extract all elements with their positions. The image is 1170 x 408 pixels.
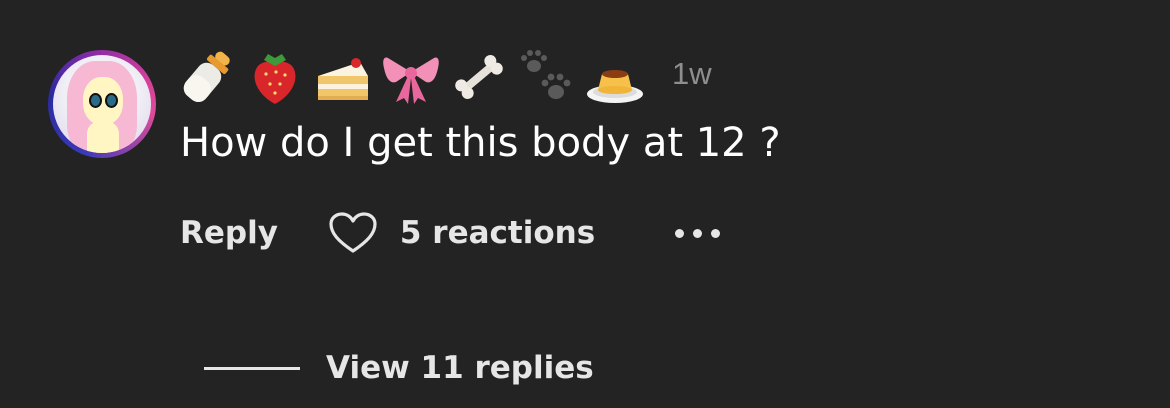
comment: 1w How do I get this body at 12 ? Reply … <box>0 0 1170 408</box>
reactions-count[interactable]: 5 reactions <box>400 215 595 251</box>
ribbon-icon <box>382 46 440 108</box>
cake-icon <box>314 46 372 108</box>
more-options-button[interactable] <box>675 218 721 248</box>
pony-eye-left <box>89 93 102 108</box>
bone-icon <box>450 46 508 108</box>
timestamp: 1w <box>672 56 712 91</box>
comment-text: How do I get this body at 12 ? <box>180 120 781 166</box>
more-dot-icon <box>693 228 703 238</box>
more-dot-icon <box>711 228 721 238</box>
view-replies-label: View 11 replies <box>326 350 594 386</box>
heart-icon <box>329 212 377 253</box>
author-name[interactable]: 1w <box>178 44 712 110</box>
avatar[interactable] <box>48 50 156 158</box>
reply-button[interactable]: Reply <box>180 215 278 251</box>
like-button[interactable] <box>328 211 378 255</box>
pudding-icon <box>586 46 644 108</box>
paw-prints-icon <box>518 46 576 108</box>
view-replies-button[interactable]: View 11 replies <box>204 344 594 392</box>
strawberry-icon <box>246 46 304 108</box>
baby-bottle-icon <box>178 46 236 108</box>
replies-divider <box>204 366 300 370</box>
pony-face <box>83 77 123 125</box>
avatar-image <box>53 55 151 153</box>
more-dot-icon <box>675 228 685 238</box>
pony-body <box>87 121 119 153</box>
comment-actions: Reply 5 reactions <box>180 206 721 260</box>
pony-eye-right <box>105 93 118 108</box>
